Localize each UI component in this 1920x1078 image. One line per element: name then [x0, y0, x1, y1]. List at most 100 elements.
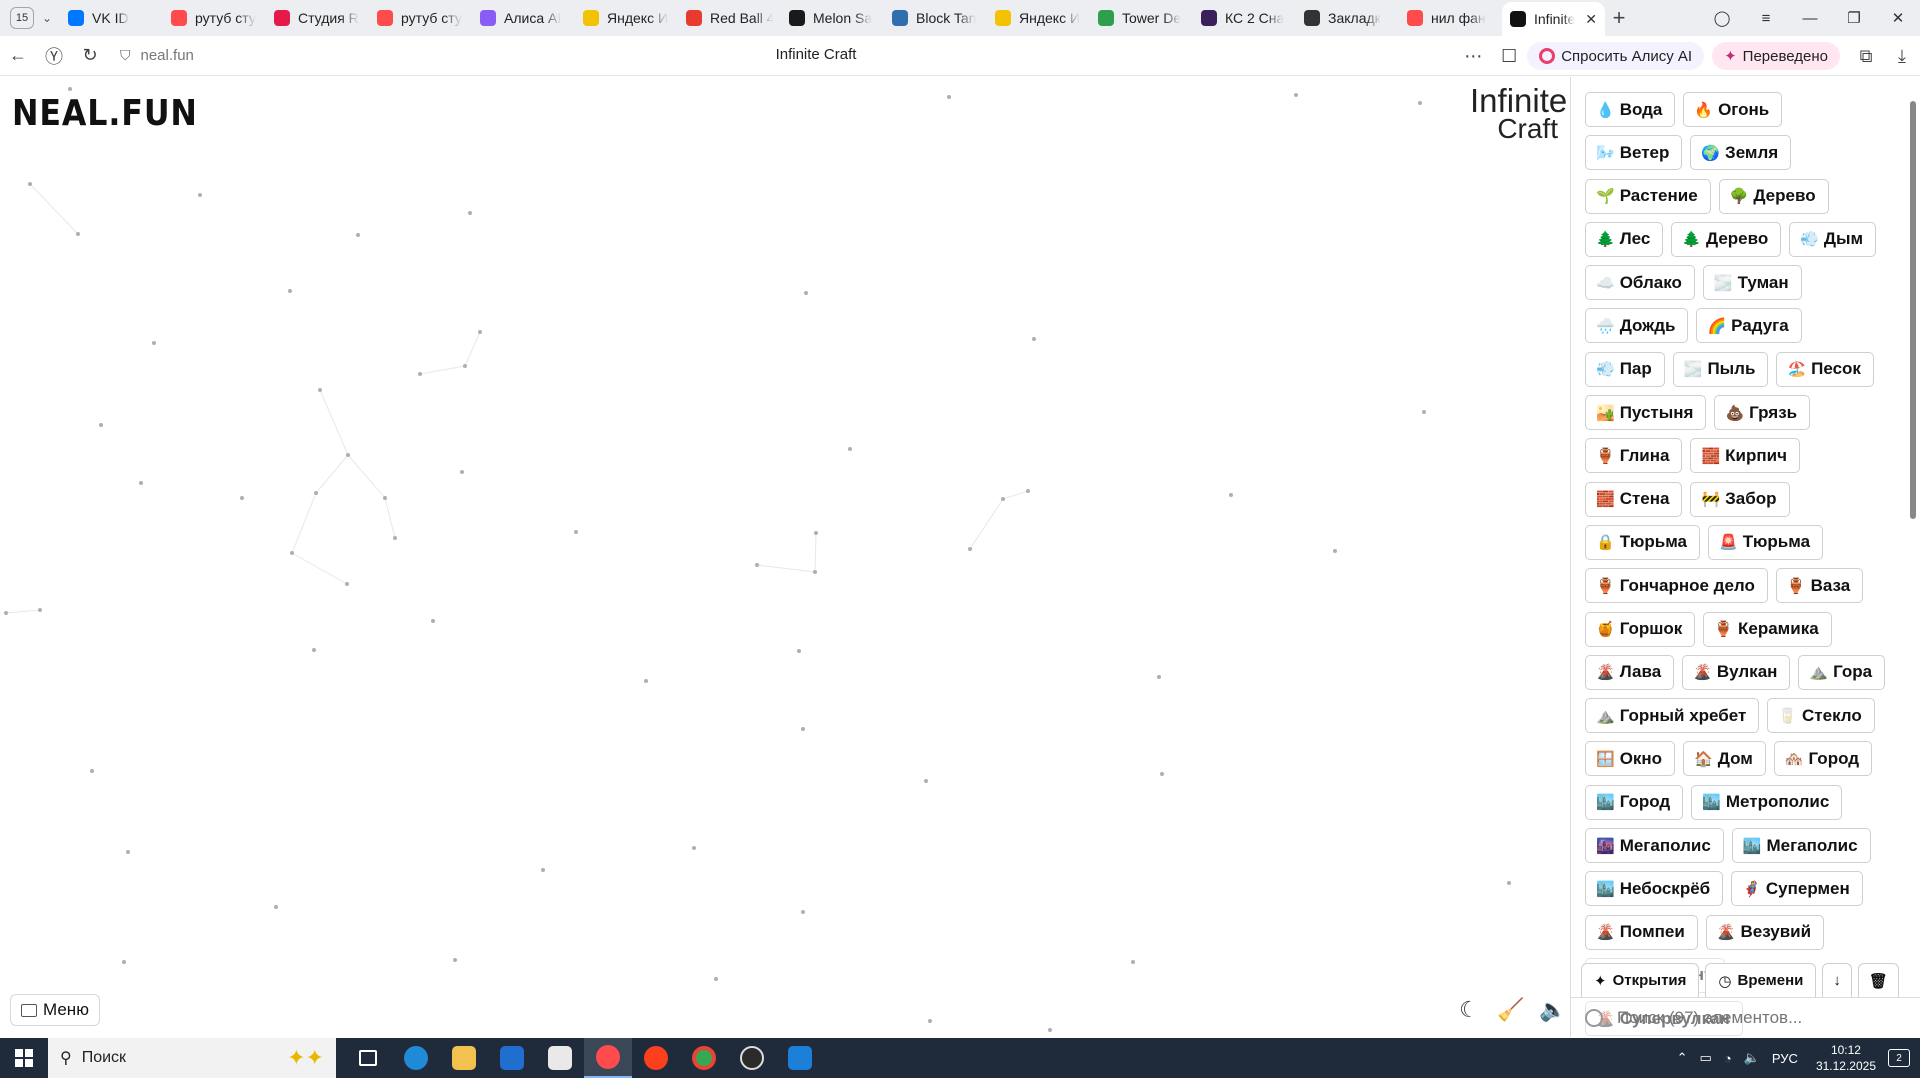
taskbar-search[interactable]: ⚲ Поиск ✦✦	[48, 1038, 336, 1078]
element-item[interactable]: 🏙️ Небоскрёб	[1585, 871, 1724, 907]
store-icon[interactable]	[536, 1038, 584, 1078]
element-item[interactable]: 🦸 Супермен	[1731, 871, 1863, 907]
sort-direction-button[interactable]: ↓	[1822, 963, 1852, 997]
minimize-button[interactable]: —	[1788, 10, 1832, 27]
element-item[interactable]: 💨 Дым	[1789, 221, 1877, 257]
browser-tab[interactable]: рутуб сту	[163, 4, 266, 32]
close-window-button[interactable]: ✕	[1876, 9, 1920, 27]
element-item[interactable]: 🏺 Глина	[1585, 438, 1683, 474]
element-item[interactable]: 🏜️ Пустыня	[1585, 395, 1707, 431]
element-item[interactable]: 🍯 Горшок	[1585, 611, 1696, 647]
more-icon[interactable]: ⋯	[1455, 46, 1491, 67]
delete-trash-button[interactable]: 🗑	[1857, 963, 1899, 997]
sort-discoveries-button[interactable]: ✦ Открытия	[1581, 963, 1700, 997]
browser-tab[interactable]: Студия R	[266, 4, 369, 32]
battery-icon[interactable]: ▭	[1700, 1050, 1712, 1066]
element-item[interactable]: 🏠 Дом	[1683, 741, 1766, 777]
element-item[interactable]: 🌈 Радуга	[1696, 308, 1802, 344]
element-item[interactable]: 💧 Вода	[1585, 92, 1676, 127]
chrome-icon[interactable]	[680, 1038, 728, 1078]
element-item[interactable]: 🧱 Кирпич	[1690, 438, 1800, 474]
language-indicator[interactable]: РУС	[1772, 1051, 1798, 1066]
element-item[interactable]: 🌱 Растение	[1585, 178, 1711, 214]
element-item[interactable]: 🧱 Стена	[1585, 481, 1683, 517]
collections-icon[interactable]: ⧉	[1848, 46, 1884, 67]
browser-tab[interactable]: VK ID	[60, 4, 163, 32]
menu-button[interactable]: Меню	[10, 994, 100, 1026]
element-item[interactable]: 🚧 Забор	[1690, 481, 1790, 517]
element-item[interactable]: 🌧️ Дождь	[1585, 308, 1689, 344]
bookmark-icon[interactable]: ☐	[1491, 46, 1527, 67]
profile-icon[interactable]: ◯	[1700, 9, 1744, 27]
element-item[interactable]: 🌋 Везувий	[1705, 914, 1825, 950]
tray-chevron-icon[interactable]: ⌃	[1677, 1050, 1688, 1066]
element-item[interactable]: 🌋 Вулкан	[1682, 654, 1791, 690]
translated-button[interactable]: ✦ Переведено	[1712, 42, 1840, 70]
element-item[interactable]: 🏖️ Песок	[1776, 351, 1874, 387]
browser-tab[interactable]: нил фан	[1399, 4, 1502, 32]
element-item[interactable]: 🥛 Стекло	[1767, 698, 1875, 734]
volume-icon[interactable]: 🔈	[1744, 1050, 1760, 1066]
craft-canvas[interactable]: NEAL.FUN Infinite Craft Меню ☾ 🧹 🔈	[0, 77, 1570, 1037]
element-item[interactable]: 🏙️ Город	[1585, 784, 1684, 820]
sidebar-scrollbar[interactable]	[1908, 87, 1918, 1017]
element-item[interactable]: 🌍 Земля	[1690, 135, 1792, 171]
file-explorer-icon[interactable]	[440, 1038, 488, 1078]
scrollbar-thumb[interactable]	[1910, 101, 1916, 519]
element-item[interactable]: 🌫️ Туман	[1702, 265, 1802, 301]
browser-tab[interactable]: Яндекс И	[575, 4, 678, 32]
edge-icon[interactable]	[392, 1038, 440, 1078]
browser-tab[interactable]: Tower De	[1090, 4, 1193, 32]
browser-tab[interactable]: Яндекс И	[987, 4, 1090, 32]
element-item[interactable]: 🏙️ Метрополис	[1691, 784, 1843, 820]
element-item[interactable]: 🌲 Дерево	[1671, 221, 1782, 257]
element-item[interactable]: 🏙️ Мегаполис	[1731, 828, 1871, 864]
element-item[interactable]: 🏘️ Город	[1773, 741, 1873, 777]
start-button[interactable]	[0, 1038, 48, 1078]
browser-tab[interactable]: Block Tan	[884, 4, 987, 32]
elements-search-input[interactable]	[1617, 1007, 1897, 1028]
browser-tab[interactable]: рутуб сту	[369, 4, 472, 32]
element-item[interactable]: 🌬️ Ветер	[1585, 135, 1683, 171]
notification-center-icon[interactable]: 2	[1888, 1049, 1910, 1067]
close-tab-icon[interactable]: ✕	[1585, 11, 1597, 28]
element-item[interactable]: ⛰️ Горный хребет	[1585, 698, 1760, 734]
obs-icon[interactable]	[728, 1038, 776, 1078]
tab-list-chevron-icon[interactable]: ⌄	[34, 11, 60, 25]
element-item[interactable]: 🌋 Лава	[1585, 654, 1675, 690]
element-item[interactable]: 🚨 Тюрьма	[1708, 524, 1824, 560]
browser-tab[interactable]: Infinite ✕	[1502, 2, 1605, 36]
element-item[interactable]: 🌋 Помпеи	[1585, 914, 1698, 950]
task-view-icon[interactable]	[344, 1038, 392, 1078]
element-item[interactable]: 🔒 Тюрьма	[1585, 524, 1701, 560]
element-item[interactable]: 🪟 Окно	[1585, 741, 1676, 777]
new-tab-button[interactable]: +	[1605, 5, 1633, 31]
element-item[interactable]: ☁️ Облако	[1585, 265, 1695, 301]
browser-menu-icon[interactable]: ≡	[1744, 10, 1788, 27]
downloads-icon[interactable]: ⤓	[1884, 46, 1920, 67]
yandex-browser-icon[interactable]	[584, 1038, 632, 1078]
browser-tab[interactable]: Закладк	[1296, 4, 1399, 32]
element-item[interactable]: 💩 Грязь	[1714, 395, 1811, 431]
browser-tab[interactable]: КС 2 Сна	[1193, 4, 1296, 32]
ask-alice-button[interactable]: Спросить Алису AI	[1527, 42, 1705, 70]
element-item[interactable]: 💨 Пар	[1585, 351, 1665, 387]
element-item[interactable]: 🌳 Дерево	[1718, 178, 1829, 214]
dark-mode-icon[interactable]: ☾	[1448, 997, 1490, 1023]
tab-count-button[interactable]: 15	[10, 7, 34, 29]
element-item[interactable]: 🌆 Мегаполис	[1585, 828, 1724, 864]
outlook-icon[interactable]	[488, 1038, 536, 1078]
yandex-icon[interactable]	[632, 1038, 680, 1078]
element-item[interactable]: ⛰️ Гора	[1798, 654, 1886, 690]
element-item[interactable]: 🌫️ Пыль	[1672, 351, 1769, 387]
clock[interactable]: 10:12 31.12.2025	[1816, 1042, 1876, 1074]
browser-tab[interactable]: Melon Sa	[781, 4, 884, 32]
element-item[interactable]: 🌲 Лес	[1585, 221, 1664, 257]
sort-time-button[interactable]: ◷ Времени	[1705, 963, 1817, 997]
element-item[interactable]: 🔥 Огонь	[1683, 92, 1783, 127]
restore-button[interactable]: ❐	[1832, 9, 1876, 27]
browser-tab[interactable]: Алиса AI	[472, 4, 575, 32]
element-item[interactable]: 🏺 Гончарное дело	[1585, 568, 1768, 604]
wifi-icon[interactable]: ◔	[1724, 1051, 1732, 1066]
browser-tab[interactable]: Red Ball 4	[678, 4, 781, 32]
